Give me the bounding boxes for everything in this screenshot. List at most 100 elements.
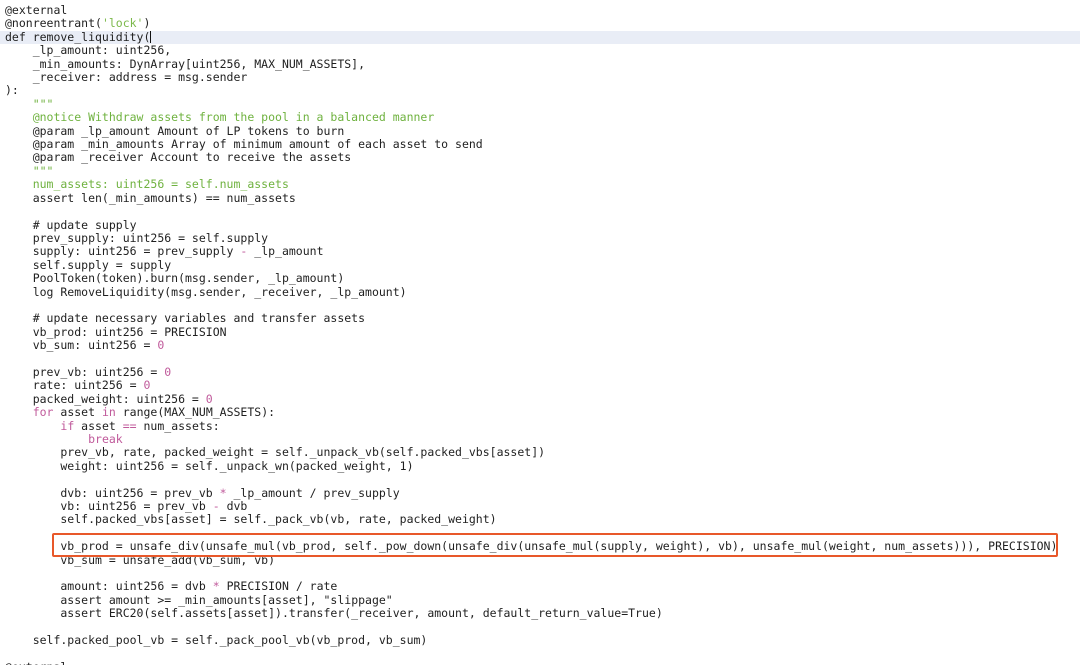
highlighted-code-line[interactable]: vb_prod = unsafe_div(unsafe_mul(vb_prod,… (0, 540, 1080, 553)
code-token: vb_sum: uint256 = (5, 338, 158, 353)
code-token: dvb (219, 499, 248, 514)
code-token: vb_sum = unsafe_add(vb_sum, vb) (5, 552, 276, 567)
code-token: _receiver: address = msg.sender (5, 70, 248, 85)
code-token: supply: uint256 = prev_supply (5, 244, 241, 259)
code-token: vb_prod = unsafe_div(unsafe_mul(vb_prod,… (5, 539, 1058, 554)
code-token: assert ERC20(self.assets[asset]).transfe… (5, 606, 663, 621)
code-line[interactable]: @param _lp_amount Amount of LP tokens to… (0, 124, 1080, 138)
code-line[interactable] (0, 353, 1080, 366)
code-token: prev_vb, rate, packed_weight = self._unp… (5, 445, 546, 460)
code-token: break (88, 432, 123, 446)
code-line[interactable]: assert amount >= _min_amounts[asset], "s… (0, 592, 1080, 607)
text-cursor (150, 30, 152, 43)
code-token: @external (5, 660, 67, 665)
code-line[interactable]: PoolToken(token).burn(msg.sender, _lp_am… (0, 271, 1080, 286)
code-token: """ (5, 96, 54, 111)
code-token: if (60, 418, 75, 433)
code-line[interactable]: if asset == num_assets: (0, 418, 1080, 433)
code-line[interactable]: prev_vb, rate, packed_weight = self._unp… (0, 446, 1080, 459)
code-token: self.packed_pool_vb = self._pack_pool_vb… (5, 633, 428, 648)
code-line[interactable]: amount: uint256 = dvb * PRECISION / rate (0, 580, 1080, 593)
code-token: == (122, 418, 137, 433)
code-area[interactable]: @external @nonreentrant('lock') def remove… (0, 3, 1080, 665)
code-token: _min_amounts: DynArray[uint256, MAX_NUM_… (5, 56, 366, 71)
code-token: # update supply (5, 217, 137, 232)
code-token: * (212, 579, 220, 594)
code-line[interactable]: ): (0, 84, 1080, 97)
code-token: amount: uint256 = dvb (5, 579, 213, 594)
code-line[interactable]: packed_weight: uint256 = 0 (0, 391, 1080, 406)
code-token: PoolToken(token).burn(msg.sender, _lp_am… (5, 271, 345, 286)
code-line[interactable]: _lp_amount: uint256, (0, 44, 1080, 57)
code-line[interactable]: vb_sum: uint256 = 0 (0, 338, 1080, 353)
code-token: "slippage" (323, 592, 393, 607)
code-line[interactable]: supply: uint256 = prev_supply - _lp_amou… (0, 245, 1080, 258)
code-line[interactable]: self.supply = supply (0, 257, 1080, 272)
code-line[interactable]: @external (0, 660, 1080, 665)
code-line[interactable]: assert ERC20(self.assets[asset]).transfe… (0, 607, 1080, 620)
code-token: log RemoveLiquidity(msg.sender, _receive… (5, 284, 407, 299)
code-token: _lp_amount / prev_supply (226, 485, 400, 500)
code-line[interactable]: assert len(_min_amounts) == num_assets (0, 191, 1080, 205)
code-token: vb: uint256 = prev_vb (5, 499, 213, 514)
code-line[interactable]: num_assets: uint256 = self.num_assets (0, 178, 1080, 191)
code-line[interactable] (0, 473, 1080, 486)
code-line[interactable]: rate: uint256 = 0 (0, 379, 1080, 392)
code-token: 'lock' (101, 16, 144, 31)
code-line[interactable]: _min_amounts: DynArray[uint256, MAX_NUM_… (0, 56, 1080, 71)
code-line[interactable] (0, 567, 1080, 580)
code-token: self.packed_vbs[asset] = self._pack_vb(v… (5, 512, 497, 527)
code-token: self.supply = supply (5, 257, 172, 272)
code-token: @notice Withdraw assets from the pool in… (5, 110, 435, 125)
code-line[interactable]: @notice Withdraw assets from the pool in… (0, 111, 1080, 124)
code-token: packed_weight: uint256 = (5, 391, 206, 406)
code-line[interactable]: self.packed_vbs[asset] = self._pack_vb(v… (0, 513, 1080, 526)
code-token: num_assets: (136, 418, 220, 433)
code-token: _lp_amount: uint256, (5, 43, 172, 58)
code-token: rate: uint256 = (5, 378, 144, 393)
code-line[interactable]: @external (0, 3, 1080, 17)
code-line[interactable]: vb: uint256 = prev_vb - dvb (0, 499, 1080, 514)
code-token: """ (5, 163, 54, 178)
code-line[interactable]: break (0, 432, 1080, 446)
code-line[interactable]: def remove_liquidity( (0, 29, 1080, 45)
code-token: ) (143, 16, 151, 31)
code-line[interactable]: vb_sum = unsafe_add(vb_sum, vb) (0, 552, 1080, 567)
code-line[interactable] (0, 299, 1080, 312)
code-line[interactable] (0, 205, 1080, 218)
code-line[interactable] (0, 621, 1080, 634)
code-line[interactable]: vb_prod: uint256 = PRECISION (0, 325, 1080, 339)
code-line[interactable]: @param _min_amounts Array of minimum amo… (0, 137, 1080, 151)
code-line[interactable]: prev_supply: uint256 = self.supply (0, 231, 1080, 245)
code-token: 0 (143, 378, 151, 393)
code-line[interactable]: @param _receiver Account to receive the … (0, 151, 1080, 164)
code-line[interactable] (0, 648, 1080, 661)
code-token: @param _receiver Account to receive the … (5, 150, 352, 165)
code-token: dvb: uint256 = prev_vb (5, 485, 220, 500)
code-line[interactable]: weight: uint256 = self._unpack_wn(packed… (0, 459, 1080, 473)
code-line[interactable]: _receiver: address = msg.sender (0, 70, 1080, 85)
code-line[interactable]: # update necessary variables and transfe… (0, 312, 1080, 325)
code-line[interactable]: log RemoveLiquidity(msg.sender, _receive… (0, 284, 1080, 299)
code-line[interactable]: dvb: uint256 = prev_vb * _lp_amount / pr… (0, 485, 1080, 500)
code-line[interactable]: """ (0, 96, 1080, 111)
code-line[interactable]: @nonreentrant('lock') (0, 17, 1080, 30)
code-editor[interactable]: @external @nonreentrant('lock') def remove… (0, 0, 1080, 665)
code-token: 0 (164, 364, 172, 379)
code-token: def remove_liquidity( (5, 29, 151, 44)
code-line[interactable]: # update supply (0, 217, 1080, 232)
code-line[interactable]: for asset in range(MAX_NUM_ASSETS): (0, 405, 1080, 420)
code-line[interactable]: """ (0, 163, 1080, 178)
code-token: _lp_amount (247, 244, 324, 259)
code-token: ): (5, 83, 19, 98)
code-token: num_assets: uint256 = self.num_assets (5, 177, 289, 192)
code-line[interactable] (0, 527, 1080, 540)
code-line[interactable]: prev_vb: uint256 = 0 (0, 364, 1080, 379)
code-token: range(MAX_NUM_ASSETS): (115, 405, 276, 420)
code-line[interactable]: self.packed_pool_vb = self._pack_pool_vb… (0, 633, 1080, 648)
code-token: for (32, 405, 54, 420)
code-token: * (219, 485, 227, 500)
code-token: assert amount >= _min_amounts[asset], (5, 592, 324, 607)
